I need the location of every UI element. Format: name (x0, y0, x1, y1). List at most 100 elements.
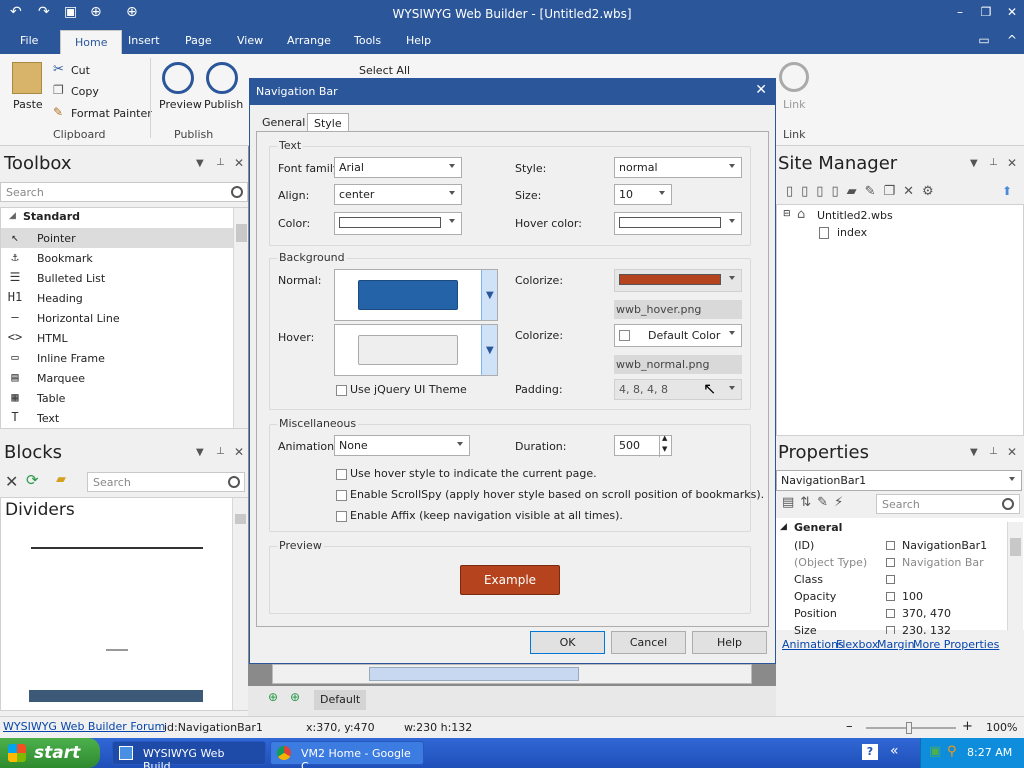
toolbox-scroll-thumb[interactable] (236, 224, 247, 242)
toolbox-item-inline-frame[interactable]: ▭ Inline Frame (1, 348, 233, 368)
toolbox-item-pointer[interactable]: ↖ Pointer (1, 228, 233, 248)
property-value[interactable]: NavigationBar1 (902, 539, 987, 552)
tab-file[interactable]: File (20, 34, 38, 47)
property-value[interactable]: 370, 470 (902, 607, 951, 620)
font-family-select[interactable]: Arial (334, 157, 462, 178)
dialog-tab-style[interactable]: Style (307, 113, 349, 132)
minimize-icon[interactable]: – (946, 5, 974, 19)
property-row[interactable]: (Object Type) Navigation Bar (776, 554, 1008, 571)
publish-button[interactable]: Publish (204, 98, 243, 111)
toolbox-item-text[interactable]: T Text (1, 408, 233, 428)
scrollspy-checkbox[interactable] (336, 490, 347, 501)
property-row[interactable]: Class (776, 571, 1008, 588)
normal-image-dropdown[interactable]: ▼ (481, 270, 497, 320)
add-page-icon[interactable]: ⊕ (268, 690, 278, 704)
blocks-pin-icon[interactable]: ⊥ (216, 446, 225, 457)
properties-scrollbar[interactable] (1007, 522, 1023, 630)
link-margin[interactable]: Margin (877, 638, 915, 651)
tab-insert[interactable]: Insert (128, 34, 160, 47)
ok-button[interactable]: OK (530, 631, 605, 654)
properties-toolbar[interactable]: ▤⇅✎⚡ (782, 495, 849, 510)
start-button[interactable]: start (0, 738, 100, 768)
taskbar-chrome[interactable]: VM2 Home - Google C... (270, 741, 424, 768)
hover-color-picker[interactable] (614, 212, 742, 235)
toolbox-search-input[interactable]: Search (0, 182, 248, 202)
chevron-left-icon[interactable]: « (890, 743, 899, 759)
affix-checkbox[interactable] (336, 511, 347, 522)
zoom-slider[interactable] (866, 722, 956, 734)
divider-preview-small[interactable] (106, 649, 128, 651)
link-animations[interactable]: Animations (782, 638, 844, 651)
properties-search-input[interactable]: Search (876, 494, 1020, 514)
dialog-title-bar[interactable]: Navigation Bar ✕ (250, 79, 775, 105)
properties-scroll-thumb[interactable] (1010, 538, 1021, 556)
site-manager-dropdown-icon[interactable]: ▼ (970, 158, 978, 169)
zoom-in-icon[interactable]: + (962, 719, 973, 734)
colorize-hover-picker[interactable]: Default Color (614, 324, 742, 347)
style-select[interactable]: normal (614, 157, 742, 178)
link-more-properties[interactable]: More Properties (913, 638, 999, 651)
preview-globe-icon[interactable] (162, 62, 194, 94)
blocks-search-icon[interactable] (228, 476, 240, 488)
toolbox-item-bulleted-list[interactable]: ☰ Bulleted List (1, 268, 233, 288)
animation-select[interactable]: None (334, 435, 470, 456)
link-button[interactable]: Link (783, 98, 806, 111)
tab-help[interactable]: Help (406, 34, 431, 47)
link-globe-icon[interactable] (779, 62, 809, 92)
toolbox-item-heading[interactable]: H1 Heading (1, 288, 233, 308)
delete-x-icon[interactable]: ✕ (5, 472, 18, 491)
duration-stepper[interactable]: 500 ▲ ▼ (614, 434, 672, 457)
select-all-button[interactable]: Select All (359, 64, 410, 77)
property-row[interactable]: (ID) NavigationBar1 (776, 537, 1008, 554)
properties-dropdown-icon[interactable]: ▼ (970, 447, 978, 458)
group-collapse-icon[interactable]: ◢ (780, 522, 787, 532)
tab-tools[interactable]: Tools (354, 34, 381, 47)
hover-image-selector[interactable]: ▼ (334, 324, 498, 376)
toolbox-item-bookmark[interactable]: ⚓ Bookmark (1, 248, 233, 268)
padding-select[interactable]: 4, 8, 4, 8 (614, 379, 742, 400)
divider-preview-line[interactable] (31, 547, 203, 549)
dialog-close-icon[interactable]: ✕ (755, 82, 767, 98)
site-manager-toolbar[interactable]: ▯▯▯▯▰✎❐✕⚙ (786, 184, 942, 199)
hover-current-page-checkbox[interactable] (336, 469, 347, 480)
stepper-arrows-icon[interactable]: ▲ ▼ (659, 434, 671, 457)
color-picker[interactable] (334, 212, 462, 235)
tab-view[interactable]: View (237, 34, 263, 47)
tab-page[interactable]: Page (185, 34, 212, 47)
site-root[interactable]: Untitled2.wbs (817, 209, 893, 222)
format-painter-button[interactable]: Format Painter (71, 107, 152, 120)
arrow-up-icon[interactable]: ⬆ (1002, 184, 1012, 198)
property-row[interactable]: Position 370, 470 (776, 605, 1008, 622)
toolbox-pin-icon[interactable]: ⊥ (216, 157, 225, 168)
toolbox-item-html[interactable]: <> HTML (1, 328, 233, 348)
help-button[interactable]: Help (692, 631, 767, 654)
toolbox-item-horizontal-line[interactable]: — Horizontal Line (1, 308, 233, 328)
toolbox-scrollbar[interactable] (233, 208, 248, 428)
properties-close-icon[interactable]: ✕ (1007, 445, 1017, 459)
tab-arrange[interactable]: Arrange (287, 34, 331, 47)
properties-search-icon[interactable] (1002, 498, 1014, 510)
ribbon-collapse-icon[interactable]: ^ (998, 33, 1024, 47)
canvas-hscrollbar[interactable] (272, 664, 752, 684)
toolbox-close-icon[interactable]: ✕ (234, 156, 244, 170)
layout-icon[interactable]: ▭ (970, 33, 998, 47)
paste-icon[interactable] (12, 62, 42, 94)
colorize-normal-picker[interactable] (614, 269, 742, 292)
link-flexbox[interactable]: Flexbox (836, 638, 878, 651)
blocks-scroll-thumb[interactable] (235, 514, 246, 524)
align-select[interactable]: center (334, 184, 462, 205)
collapse-triangle-icon[interactable]: ◢ (9, 211, 16, 221)
tree-collapse-icon[interactable]: ⊟ (783, 209, 791, 219)
site-page-index[interactable]: index (837, 226, 867, 239)
hover-image-dropdown[interactable]: ▼ (481, 325, 497, 375)
example-preview-button[interactable]: Example (460, 565, 560, 595)
normal-image-selector[interactable]: ▼ (334, 269, 498, 321)
dialog-tab-general[interactable]: General (256, 113, 311, 132)
divider-preview-bar[interactable] (29, 690, 203, 702)
tab-default[interactable]: Default (314, 690, 367, 710)
taskbar-wysiwyg[interactable]: WYSIWYG Web Build... (112, 741, 266, 768)
preview-button[interactable]: Preview (159, 98, 202, 111)
properties-pin-icon[interactable]: ⊥ (989, 446, 998, 457)
blocks-close-icon[interactable]: ✕ (234, 445, 244, 459)
toolbox-item-table[interactable]: ▦ Table (1, 388, 233, 408)
